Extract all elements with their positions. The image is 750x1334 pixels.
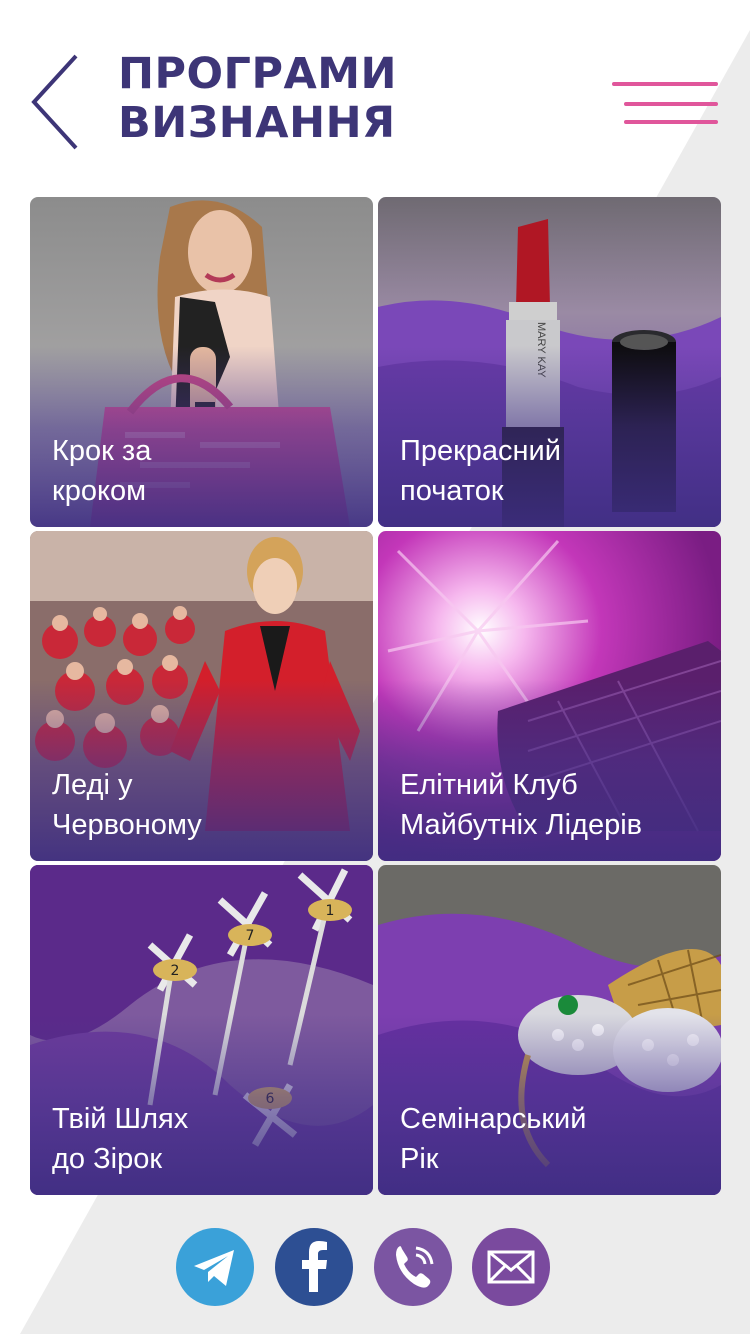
facebook-icon xyxy=(302,1241,327,1292)
envelope-icon xyxy=(487,1250,535,1284)
tile-label: Леді у Червоному xyxy=(52,765,361,845)
tile-label-line-2: Майбутніх Лідерів xyxy=(400,809,643,841)
tile-label-line-2: Рік xyxy=(400,1143,439,1175)
chevron-left-icon xyxy=(31,54,78,150)
tile-elite-club[interactable]: Елітний Клуб Майбутніх Лідерів xyxy=(378,531,721,861)
viber-button[interactable] xyxy=(374,1228,452,1306)
tile-label-line-1: Твій Шлях xyxy=(52,1103,189,1135)
tile-label: Прекрасний початок xyxy=(400,431,709,511)
pin-number-2: 2 xyxy=(171,963,180,979)
email-button[interactable] xyxy=(472,1228,550,1306)
tile-label: Твій Шлях до Зірок xyxy=(52,1099,361,1179)
tile-label-line-1: Леді у xyxy=(52,769,133,801)
tile-label-line-1: Семінарський xyxy=(400,1103,587,1135)
tile-ladies-in-red[interactable]: Леді у Червоному xyxy=(30,531,373,861)
telegram-button[interactable] xyxy=(176,1228,254,1306)
title-line-1: ПРОГРАМИ xyxy=(118,49,398,99)
menu-button[interactable] xyxy=(610,80,720,128)
tile-label: Крок за кроком xyxy=(52,431,361,511)
tile-label-line-1: Крок за xyxy=(52,435,152,467)
page-title: ПРОГРАМИ ВИЗНАННЯ xyxy=(118,50,397,148)
tile-beautiful-start[interactable]: MARY KAY Прекрасний початок xyxy=(378,197,721,527)
tile-step-by-step[interactable]: Крок за кроком xyxy=(30,197,373,527)
facebook-button[interactable] xyxy=(275,1228,353,1306)
title-line-2: ВИЗНАННЯ xyxy=(118,98,396,148)
tile-label-line-2: Червоному xyxy=(52,809,202,841)
header: ПРОГРАМИ ВИЗНАННЯ xyxy=(0,0,750,190)
tile-label: Семінарський Рік xyxy=(400,1099,709,1179)
pin-number-1: 1 xyxy=(326,903,335,919)
tile-label-line-2: кроком xyxy=(52,475,147,507)
tile-label-line-1: Прекрасний xyxy=(400,435,561,467)
tile-label-line-2: початок xyxy=(400,475,504,507)
viber-icon xyxy=(396,1246,434,1288)
tile-seminar-year[interactable]: Семінарський Рік xyxy=(378,865,721,1195)
pin-number-7: 7 xyxy=(246,928,255,944)
tile-label: Елітний Клуб Майбутніх Лідерів xyxy=(400,765,709,845)
tile-label-line-2: до Зірок xyxy=(52,1143,163,1175)
tile-path-to-stars[interactable]: 2 7 1 6 Твій Шлях до Зірок xyxy=(30,865,373,1195)
social-bar xyxy=(0,1228,750,1310)
programs-grid: Крок за кроком MARY KAY xyxy=(30,197,722,1195)
back-button[interactable] xyxy=(28,52,84,152)
tile-label-line-1: Елітний Клуб xyxy=(400,769,578,801)
telegram-icon xyxy=(194,1250,234,1286)
